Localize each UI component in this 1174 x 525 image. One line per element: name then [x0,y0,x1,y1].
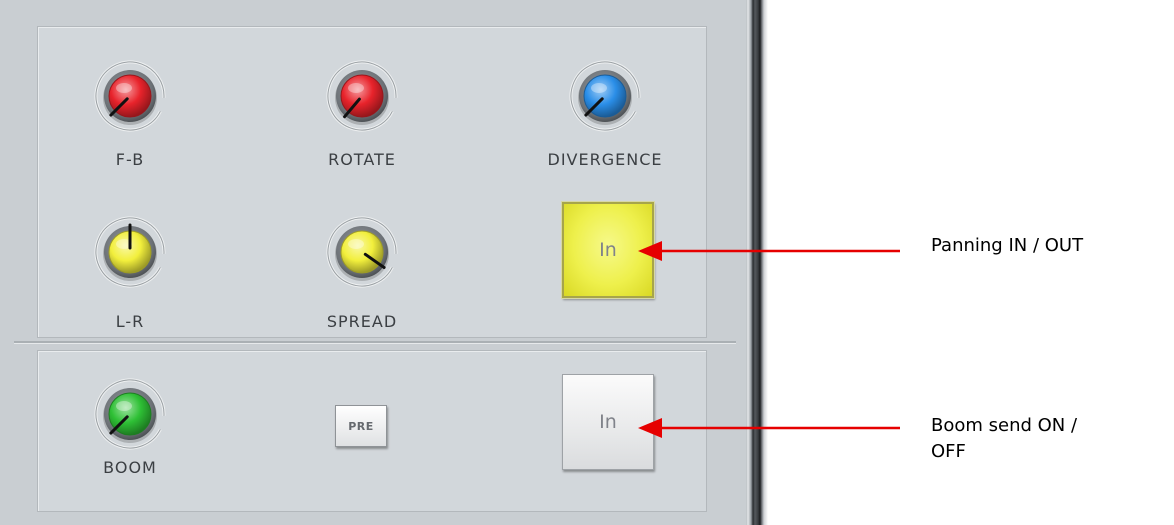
boom-callout-line2: OFF [931,441,966,462]
boom-arrow-head [638,418,662,438]
panning-callout: Panning IN / OUT [931,235,1084,256]
boom-callout-line1: Boom send ON / [931,415,1078,436]
panning-arrow-head [638,241,662,261]
callout-arrows [638,241,900,438]
